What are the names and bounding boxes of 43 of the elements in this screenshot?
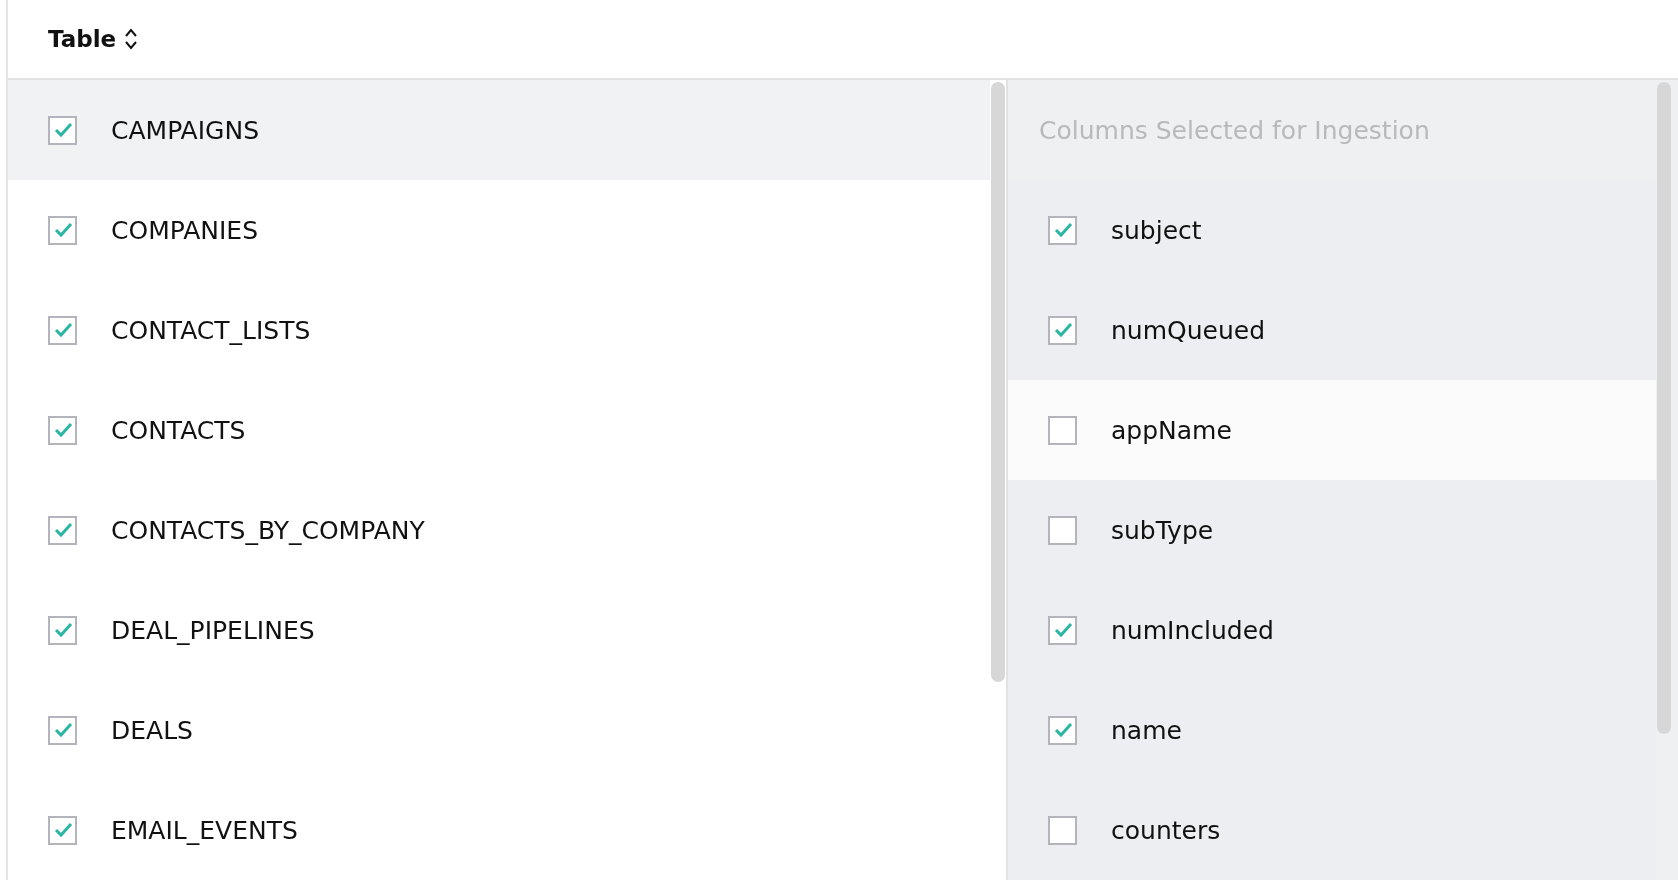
list-row[interactable]: CONTACTS_BY_COMPANY <box>8 480 990 580</box>
list-row[interactable]: CAMPAIGNS <box>8 80 990 180</box>
checkbox[interactable] <box>48 115 77 145</box>
checkbox[interactable] <box>48 715 77 745</box>
row-label: DEAL_PIPELINES <box>111 615 315 645</box>
checkbox[interactable] <box>48 215 77 245</box>
row-label: numIncluded <box>1111 615 1274 645</box>
row-label: DEALS <box>111 715 193 745</box>
sort-button[interactable]: Table <box>48 26 139 52</box>
checkbox[interactable] <box>1048 315 1077 345</box>
row-label: subType <box>1111 515 1214 545</box>
row-label: appName <box>1111 415 1232 445</box>
row-label: CONTACTS <box>111 415 246 445</box>
list-row[interactable]: appName <box>1008 380 1656 480</box>
checkbox[interactable] <box>1048 715 1077 745</box>
row-label: name <box>1111 715 1182 745</box>
checkbox[interactable] <box>48 615 77 645</box>
checkbox[interactable] <box>48 815 77 845</box>
row-label: EMAIL_EVENTS <box>111 815 298 845</box>
list-row[interactable]: EMAIL_EVENTS <box>8 780 990 880</box>
row-label: CONTACTS_BY_COMPANY <box>111 515 425 545</box>
row-label: COMPANIES <box>111 215 259 245</box>
checkbox[interactable] <box>1048 215 1077 245</box>
row-label: CAMPAIGNS <box>111 115 260 145</box>
checkbox[interactable] <box>1048 515 1077 545</box>
row-label: CONTACT_LISTS <box>111 315 311 345</box>
checkbox[interactable] <box>48 415 77 445</box>
checkbox[interactable] <box>1048 615 1077 645</box>
checkbox[interactable] <box>48 315 77 345</box>
list-row[interactable]: COMPANIES <box>8 180 990 280</box>
list-row[interactable]: DEALS <box>8 680 990 780</box>
checkbox[interactable] <box>48 515 77 545</box>
list-row[interactable]: CONTACTS <box>8 380 990 480</box>
row-label: counters <box>1111 815 1221 845</box>
checkbox[interactable] <box>1048 815 1077 845</box>
sort-icon <box>124 27 139 51</box>
scrollbar-thumb[interactable] <box>991 82 1005 682</box>
checkbox[interactable] <box>1048 415 1077 445</box>
list-row[interactable]: DEAL_PIPELINES <box>8 580 990 680</box>
list-row[interactable]: CONTACT_LISTS <box>8 280 990 380</box>
scrollbar-thumb[interactable] <box>1657 82 1671 734</box>
row-label: numQueued <box>1111 315 1266 345</box>
row-label: subject <box>1111 215 1202 245</box>
